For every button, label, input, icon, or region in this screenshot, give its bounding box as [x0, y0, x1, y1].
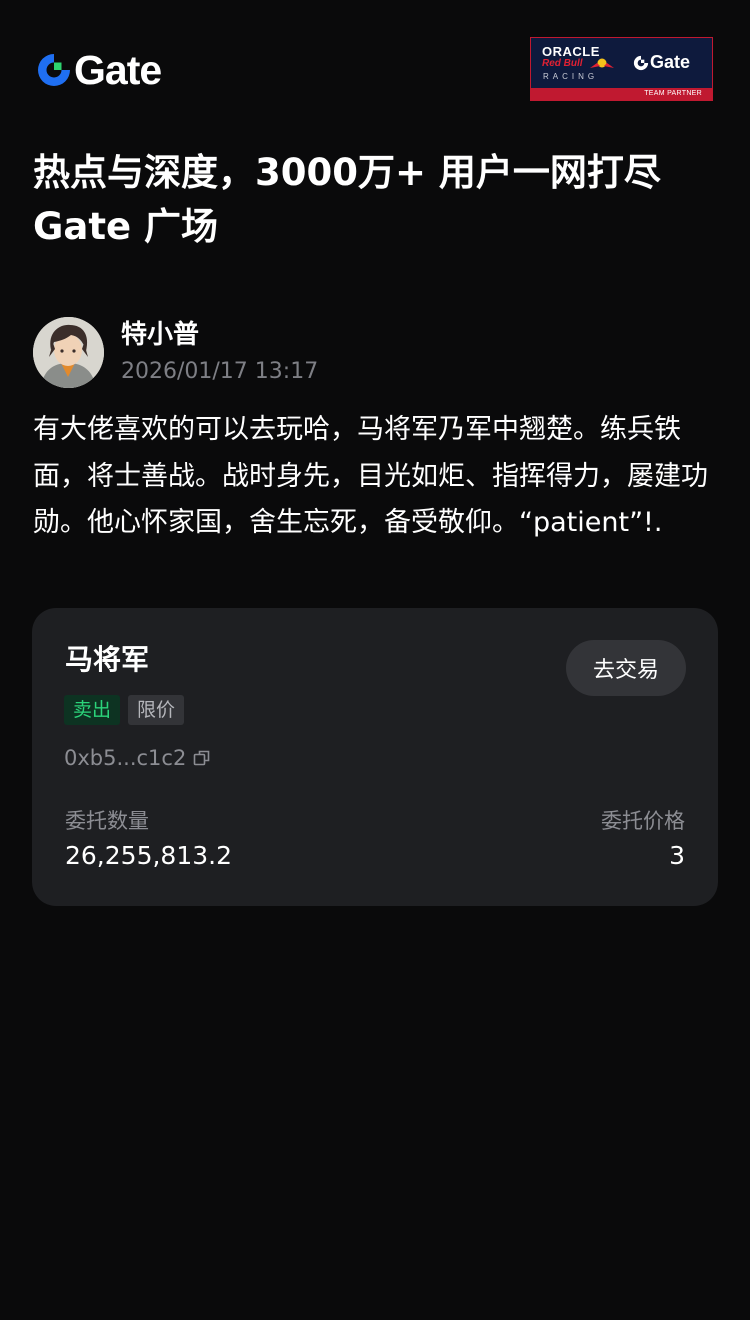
copy-icon[interactable]: [192, 748, 212, 768]
address-text: 0xb5...c1c2: [64, 746, 187, 770]
partner-redbull-text: Red Bull: [542, 58, 583, 69]
partner-strip: TEAM PARTNER: [531, 88, 712, 100]
quantity-value: 26,255,813.2: [65, 841, 232, 870]
red-bull-icon: [590, 58, 614, 68]
quantity-label: 委托数量: [65, 809, 149, 833]
brand-name: Gate: [74, 46, 162, 93]
price-value: 3: [669, 841, 685, 870]
order-tags: 卖出 限价: [64, 695, 185, 725]
sell-tag: 卖出: [64, 695, 121, 725]
post-body: 有大佬喜欢的可以去玩哈，马将军乃军中翘楚。练兵铁面，将士善战。战时身先，目光如炬…: [33, 414, 708, 538]
go-trade-button[interactable]: 去交易: [566, 640, 686, 696]
page-headline: 热点与深度，3000万+ 用户一网打尽 Gate 广场: [33, 151, 661, 248]
author-name[interactable]: 特小普: [121, 318, 199, 352]
trade-card[interactable]: 马将军 去交易 卖出 限价 0xb5...c1c2 委托数量 26,255,81…: [32, 608, 718, 906]
partner-badge[interactable]: ORACLE Red Bull RACING Gate TEAM PARTNER: [530, 37, 713, 101]
post-timestamp: 2026/01/17 13:17: [121, 359, 319, 384]
gate-logo-icon: [633, 55, 649, 70]
partner-racing-text: RACING: [543, 72, 599, 81]
header: Gate ORACLE Red Bull RACING Gate TEAM PA…: [0, 0, 750, 130]
partner-gate-logo: Gate: [633, 52, 690, 73]
contract-address: 0xb5...c1c2: [64, 743, 212, 773]
token-name: 马将军: [65, 643, 150, 676]
gate-brand-logo[interactable]: Gate: [36, 46, 162, 93]
avatar[interactable]: [33, 317, 104, 388]
partner-gate-text: Gate: [650, 52, 691, 72]
gate-logo-icon: [38, 54, 70, 86]
price-label: 委托价格: [601, 809, 685, 833]
avatar-image: [33, 317, 104, 388]
limit-tag: 限价: [128, 695, 185, 725]
